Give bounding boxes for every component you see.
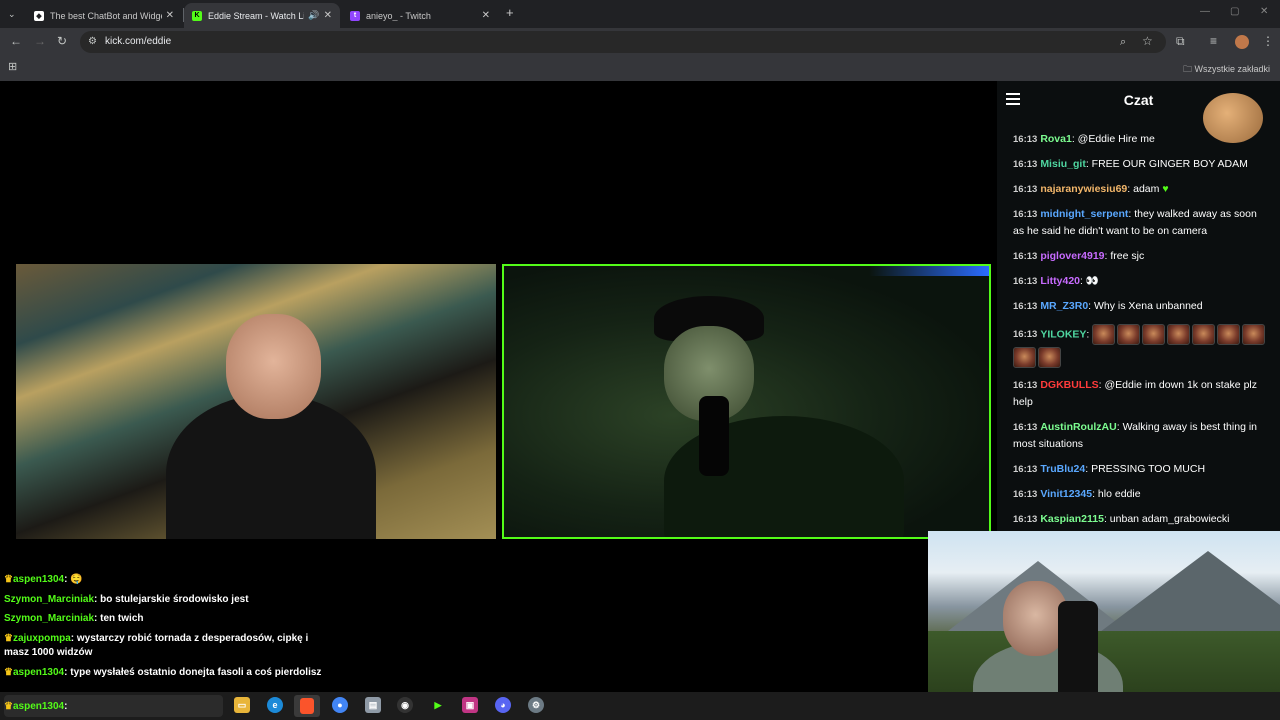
emote-icon [1167, 324, 1191, 345]
emote-icon [1092, 324, 1116, 345]
overlay-message: Szymon_Marciniak: ten twich [4, 613, 144, 624]
overlay-message-partial: ♛aspen1304: [4, 701, 68, 712]
new-tab-button[interactable]: + [506, 6, 514, 20]
back-icon[interactable]: ← [10, 34, 22, 48]
chat-messages: 16:13 Rova1: @Eddie Hire me 16:13 Misiu_gi… [1013, 131, 1268, 536]
crown-icon: ♛ [4, 632, 13, 644]
discord-icon[interactable]: ◕ [495, 697, 511, 713]
chat-message: 16:13 piglover4919: free sjc [1013, 250, 1145, 262]
overlay-message: ♛aspen1304: 🤤 [4, 574, 83, 585]
overlay-message: ♛aspen1304: type wysłałeś ostatnio donej… [4, 666, 322, 678]
chat-message: 16:13 DGKBULLS: @Eddie im down 1k on stak… [1013, 379, 1257, 408]
apps-grid-icon[interactable]: ⊞ [8, 60, 17, 74]
windows-taskbar: ▭ e ● ▤ ◉ ▶ ▣ ◕ ⚙ [0, 692, 1280, 720]
bookmarks-bar: ⊞ 🗀 Wszystkie zakładki [0, 55, 1280, 82]
emote-icon [1038, 347, 1061, 368]
emote-icon [1217, 324, 1241, 345]
person-face [226, 314, 321, 419]
twitch-icon: t [350, 10, 360, 21]
chat-message: 16:13 TruBlu24: PRESSING TOO MUCH [1013, 463, 1206, 475]
folder-icon: 🗀 [1182, 64, 1192, 74]
settings-icon[interactable]: ⚙ [528, 697, 544, 713]
chat-message: 16:13 Misiu_git: FREE OUR GINGER BOY ADAM [1013, 158, 1248, 170]
tab-kick-eddie[interactable]: K Eddie Stream - Watch Live o 🔊 ✕ [184, 3, 340, 28]
minimize-icon[interactable]: — [1200, 6, 1210, 17]
media-icon[interactable]: ≡ [1210, 34, 1217, 48]
crown-icon: ♛ [4, 574, 13, 585]
guest-camera-right [502, 264, 991, 539]
chat-message: 16:13 midnight_serpent: they walked away … [1013, 208, 1257, 237]
chat-message: 16:13 Kaspian2115: unban adam_grabowiecki [1013, 513, 1230, 525]
avatar[interactable] [1235, 35, 1249, 49]
browser-toolbar: ← → ↻ ⚙ kick.com/eddie ⌕ ☆ ⧉ ≡ ⋮ [0, 28, 1280, 55]
app-icon[interactable]: ▤ [365, 697, 381, 713]
emote-icon [1242, 324, 1266, 345]
mute-icon[interactable]: 🔊 [308, 10, 319, 21]
file-explorer-icon[interactable]: ▭ [234, 697, 250, 713]
chat-message: 16:13 AustinRoulzAU: Walking away is best… [1013, 421, 1258, 450]
address-bar[interactable]: ⚙ kick.com/eddie ⌕ ☆ [80, 31, 1166, 53]
overlay-message: Szymon_Marciniak: bo stulejarskie środow… [4, 593, 249, 605]
close-icon[interactable]: ✕ [324, 10, 332, 21]
overlay-message: ♛zajuxpompa: wystarczy robić tornada z d… [4, 632, 309, 659]
emote-icon [1142, 324, 1166, 345]
crown-icon: ♛ [4, 666, 13, 678]
maximize-icon[interactable]: ▢ [1230, 6, 1239, 17]
close-icon[interactable]: ✕ [482, 10, 490, 21]
extensions-icon[interactable]: ⧉ [1176, 34, 1185, 48]
kick-app-icon[interactable]: ▶ [430, 697, 446, 713]
chat-message: 16:13 Litty420: 👀 [1013, 275, 1099, 287]
close-window-icon[interactable]: ✕ [1260, 6, 1268, 17]
brave-icon [300, 698, 314, 714]
emote-icon [1013, 347, 1036, 368]
emote-icon [1117, 324, 1141, 345]
chat-message: 16:13 YILOKEY: [1013, 323, 1268, 369]
browser-tab-bar: ⌄ ◆ The best ChatBot and Widgets ✕ K Edd… [0, 0, 1280, 28]
kick-icon: K [192, 10, 202, 21]
forward-icon[interactable]: → [34, 34, 46, 48]
emote-icon [1192, 324, 1216, 345]
chrome-icon[interactable]: ● [332, 697, 348, 713]
tab-search-icon[interactable]: ⌄ [8, 7, 16, 21]
chat-message: 16:13 MR_Z3R0: Why is Xena unbanned [1013, 300, 1203, 312]
zoom-icon[interactable]: ⌕ [1120, 35, 1126, 49]
chat-message: 16:13 Rova1: @Eddie Hire me [1013, 133, 1155, 145]
stream-overlay-chat: ♛aspen1304: 🤤 Szymon_Marciniak: bo stule… [4, 573, 324, 685]
guest-camera-left [16, 264, 496, 539]
bookmark-star-icon[interactable]: ☆ [1142, 34, 1153, 48]
close-icon[interactable]: ✕ [166, 10, 174, 21]
app-icon[interactable]: ▣ [462, 697, 478, 713]
crown-icon: ♛ [4, 701, 13, 712]
url-text: kick.com/eddie [105, 36, 172, 47]
site-info-icon[interactable]: ⚙ [88, 35, 97, 49]
all-bookmarks[interactable]: 🗀 Wszystkie zakładki [1183, 62, 1270, 78]
brave-taskbar-button[interactable] [294, 695, 320, 717]
menu-dots-icon[interactable]: ⋮ [1262, 34, 1274, 48]
obs-icon[interactable]: ◉ [397, 697, 413, 713]
chat-message: 16:13 najaranywiesiu69: adam ♥ [1013, 183, 1169, 195]
reload-icon[interactable]: ↻ [57, 34, 67, 48]
green-heart-icon: ♥ [1162, 183, 1169, 195]
edge-icon[interactable]: e [267, 697, 283, 713]
tab-twitch[interactable]: t anieyo_ - Twitch ✕ [342, 3, 498, 28]
streamelements-icon: ◆ [34, 10, 44, 21]
chat-panel: Czat 16:13 Rova1: @Eddie Hire me 16:13 Mis… [997, 81, 1280, 531]
tab-streamelements[interactable]: ◆ The best ChatBot and Widgets ✕ [26, 3, 182, 28]
chat-message: 16:13 Vinit12345: hlo eddie [1013, 488, 1141, 500]
microphone [699, 396, 729, 476]
